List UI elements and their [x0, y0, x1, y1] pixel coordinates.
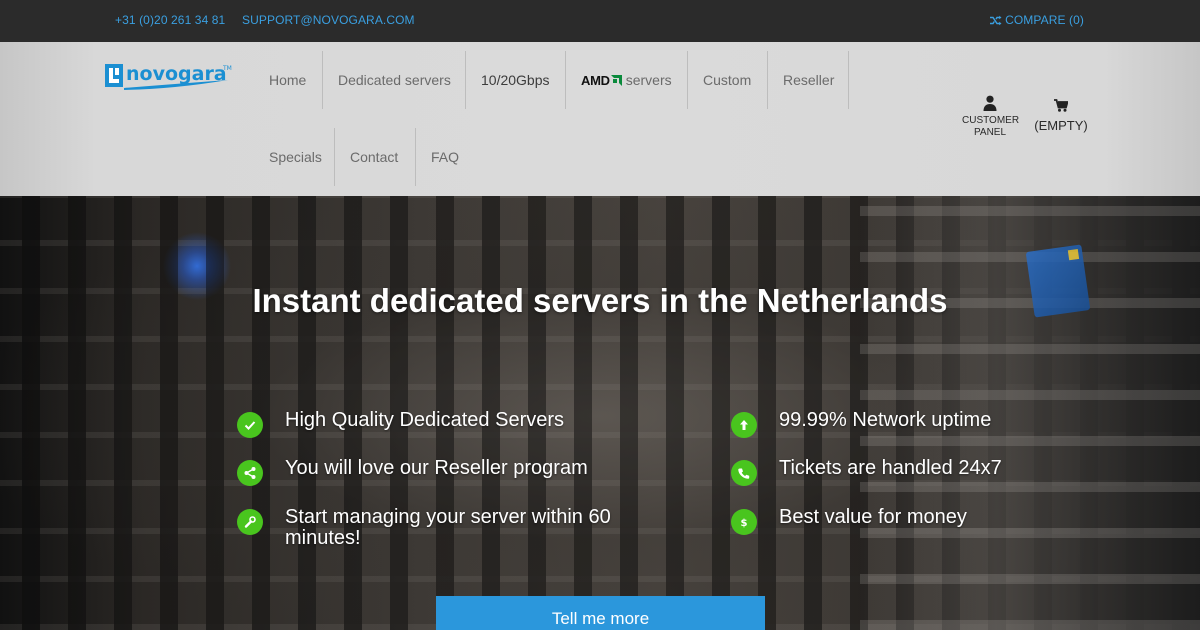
site-header: novogara TM Home Dedicated servers 10/20… [0, 41, 1200, 196]
feature-text: 99.99% Network uptime [779, 409, 992, 431]
nav-divider [465, 51, 466, 109]
feature-item: $ Best value for money [731, 507, 1051, 535]
cart-link[interactable]: (EMPTY) [1030, 99, 1092, 133]
phone-link[interactable]: +31 (0)20 261 34 81 [115, 13, 225, 27]
feature-text: Start managing your server within 60 min… [285, 506, 611, 549]
check-icon [237, 412, 263, 438]
hero-title: Instant dedicated servers in the Netherl… [252, 282, 948, 319]
share-icon [237, 460, 263, 486]
feature-text: Best value for money [779, 506, 967, 528]
feature-text: High Quality Dedicated Servers [285, 409, 565, 431]
nav-reseller[interactable]: Reseller [783, 51, 834, 109]
tell-me-more-button[interactable]: Tell me more [436, 596, 765, 630]
nav-dedicated-servers[interactable]: Dedicated servers [338, 51, 451, 109]
nav-faq[interactable]: FAQ [431, 128, 459, 186]
customer-panel-line1: CUSTOMER [962, 115, 1020, 126]
phone-icon [731, 460, 757, 486]
nav-divider [415, 128, 416, 186]
nav-divider [767, 51, 768, 109]
customer-panel-line2: PANEL [973, 127, 1007, 138]
feature-text: Tickets are handled 24x7 [779, 457, 1002, 479]
feature-item: 99.99% Network uptime [731, 410, 1051, 438]
user-icon [983, 95, 997, 111]
novogara-logo[interactable]: novogara TM [104, 61, 234, 93]
svg-text:TM: TM [222, 65, 232, 72]
feature-text: You will love our Reseller program [285, 457, 588, 479]
nav-10-20gbps[interactable]: 10/20Gbps [473, 41, 557, 109]
nav-divider [334, 128, 335, 186]
top-bar: +31 (0)20 261 34 81 SUPPORT@NOVOGARA.COM… [0, 0, 1200, 42]
compare-label: COMPARE (0) [1005, 13, 1084, 27]
feature-item: Start managing your server within 60 min… [237, 507, 637, 549]
wrench-icon [237, 509, 263, 535]
cart-status: (EMPTY) [1034, 118, 1088, 133]
cart-icon [1054, 99, 1068, 112]
nav-home[interactable]: Home [269, 51, 306, 109]
nav-divider [322, 51, 323, 109]
feature-item: You will love our Reseller program [237, 458, 637, 486]
dollar-icon: $ [731, 509, 757, 535]
amd-logo: AMD [581, 73, 622, 88]
nav-divider [848, 51, 849, 109]
email-link[interactable]: SUPPORT@NOVOGARA.COM [242, 13, 415, 27]
nav-amd-servers-label: servers [625, 72, 672, 88]
feature-item: Tickets are handled 24x7 [731, 458, 1051, 486]
nav-specials[interactable]: Specials [269, 128, 322, 186]
compare-link[interactable]: COMPARE (0) [990, 13, 1084, 27]
hero-banner: Instant dedicated servers in the Netherl… [0, 196, 1200, 630]
nav-custom[interactable]: Custom [703, 51, 751, 109]
nav-amd-servers[interactable]: AMD servers [581, 51, 672, 109]
feature-item: High Quality Dedicated Servers [237, 410, 637, 438]
nav-contact[interactable]: Contact [350, 128, 398, 186]
nav-divider [565, 51, 566, 109]
arrow-up-icon [731, 412, 757, 438]
nav-divider [687, 51, 688, 109]
shuffle-icon [990, 15, 1002, 25]
customer-panel-link[interactable]: CUSTOMER PANEL [962, 95, 1020, 139]
svg-text:$: $ [741, 518, 748, 529]
